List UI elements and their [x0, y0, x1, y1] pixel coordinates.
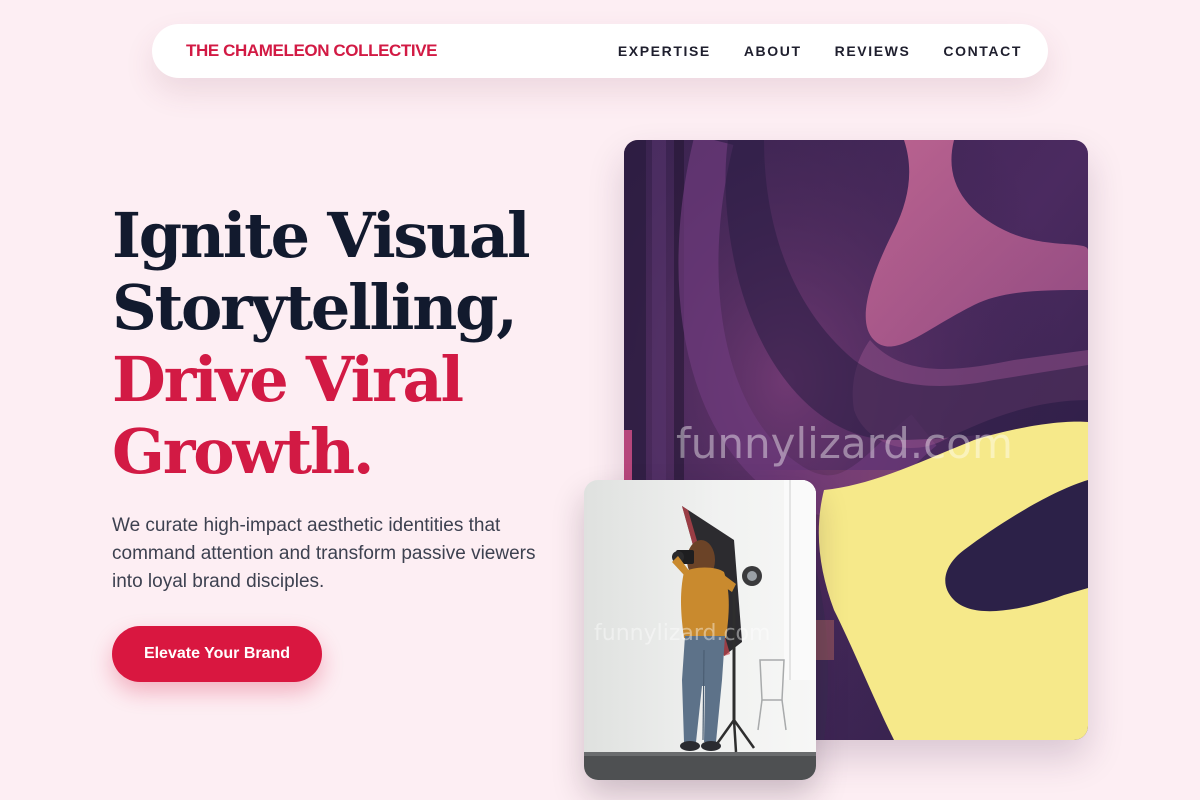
art-watermark-text: funnylizard.com [676, 419, 1013, 468]
hero-headline: Ignite Visual Storytelling, Drive Viral … [112, 200, 582, 488]
brand-logo-link[interactable]: THE CHAMELEON COLLECTIVE [186, 41, 437, 61]
hero-subtext: We curate high-impact aesthetic identiti… [112, 515, 536, 592]
nav-link-about[interactable]: ABOUT [744, 43, 802, 59]
headline-accent-line-2: Growth. [112, 415, 374, 488]
headline-line-2: Storytelling, [112, 271, 518, 344]
headline-line-1: Ignite Visual [112, 199, 531, 272]
headline-accent-line-1: Drive Viral [112, 343, 464, 416]
navbar: THE CHAMELEON COLLECTIVE EXPERTISE ABOUT… [152, 24, 1048, 78]
nav-links: EXPERTISE ABOUT REVIEWS CONTACT [618, 43, 1022, 59]
nav-link-reviews[interactable]: REVIEWS [835, 43, 911, 59]
photographer-photo: funnylizard.com [584, 480, 816, 780]
nav-link-contact[interactable]: CONTACT [943, 43, 1022, 59]
nav-link-expertise[interactable]: EXPERTISE [618, 43, 711, 59]
elevate-brand-button[interactable]: Elevate Your Brand [112, 626, 322, 682]
photo-watermark-text: funnylizard.com [594, 621, 770, 646]
